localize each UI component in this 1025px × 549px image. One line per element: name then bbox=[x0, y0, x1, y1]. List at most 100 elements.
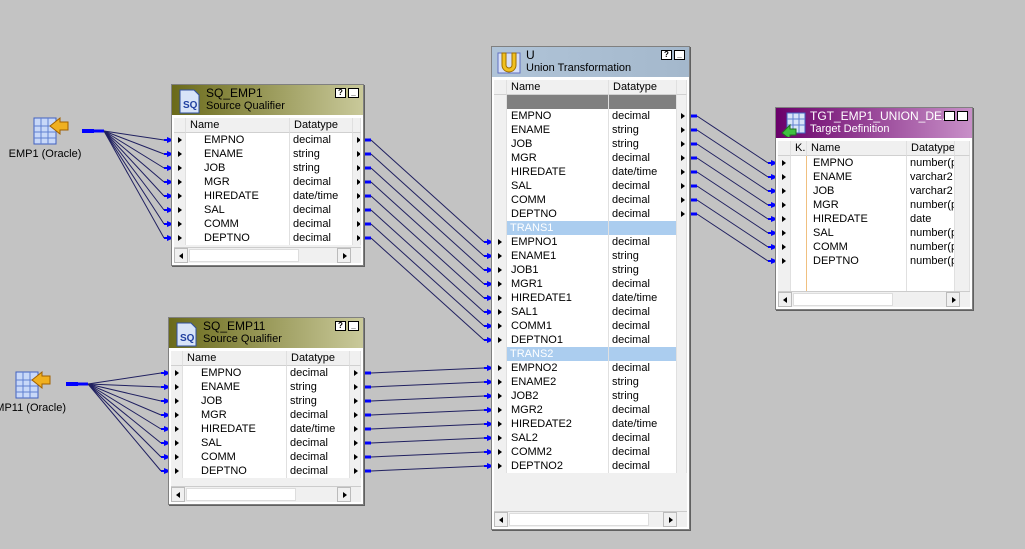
port-link[interactable] bbox=[78, 382, 171, 446]
input-port-arrow[interactable] bbox=[494, 319, 507, 333]
input-port-arrow[interactable] bbox=[174, 189, 186, 203]
port-link[interactable] bbox=[361, 208, 494, 315]
input-port-arrow[interactable] bbox=[174, 147, 186, 161]
port-link[interactable] bbox=[94, 129, 174, 157]
minimize-button[interactable]: _ bbox=[348, 88, 359, 98]
input-port-arrow[interactable] bbox=[171, 366, 183, 380]
port-row[interactable]: COMM1 decimal bbox=[494, 319, 687, 333]
output-port-arrow[interactable] bbox=[677, 109, 687, 123]
scroll-thumb[interactable] bbox=[509, 513, 649, 526]
input-port-arrow[interactable] bbox=[171, 422, 183, 436]
target-transformation[interactable]: TGT_EMP1_UNION_DE... Target Definition? _ K… bbox=[775, 107, 973, 310]
port-row[interactable]: COMM2 decimal bbox=[494, 445, 687, 459]
source-emp11[interactable]: EMP11 (Oracle) bbox=[0, 366, 72, 414]
output-port-arrow[interactable] bbox=[353, 161, 361, 175]
horizontal-scrollbar[interactable] bbox=[494, 511, 687, 527]
port-row[interactable]: SAL number(p bbox=[778, 226, 970, 240]
output-port-arrow[interactable] bbox=[350, 422, 361, 436]
input-port-arrow[interactable] bbox=[171, 380, 183, 394]
scroll-left-button[interactable] bbox=[778, 292, 792, 307]
sq2-transformation[interactable]: SQ SQ_EMP11 Source Qualifier? _ Name Datatype… bbox=[168, 317, 364, 505]
port-link[interactable] bbox=[361, 365, 494, 375]
port-row[interactable]: EMPNO decimal bbox=[171, 366, 361, 380]
port-row[interactable]: MGR1 decimal bbox=[494, 277, 687, 291]
port-link[interactable] bbox=[687, 198, 778, 250]
output-port-arrow[interactable] bbox=[353, 133, 361, 147]
output-port-arrow[interactable] bbox=[350, 450, 361, 464]
port-row[interactable]: DEPTNO decimal bbox=[171, 464, 361, 478]
port-row[interactable]: EMPNO1 decimal bbox=[494, 235, 687, 249]
port-row[interactable]: ENAME2 string bbox=[494, 375, 687, 389]
port-link[interactable] bbox=[78, 382, 171, 432]
help-button[interactable]: ? bbox=[944, 111, 955, 121]
port-link[interactable] bbox=[687, 170, 778, 222]
input-port-arrow[interactable] bbox=[174, 175, 186, 189]
input-port-arrow[interactable] bbox=[778, 156, 791, 170]
port-row[interactable]: SAL decimal bbox=[494, 179, 687, 193]
port-row[interactable]: DEPTNO number(p bbox=[778, 254, 970, 268]
column-header-datatype[interactable]: Datatype bbox=[290, 118, 353, 133]
port-row[interactable]: EMPNO number(p bbox=[778, 156, 970, 170]
horizontal-scrollbar[interactable] bbox=[174, 247, 361, 263]
input-port-arrow[interactable] bbox=[494, 375, 507, 389]
port-row[interactable]: MGR decimal bbox=[494, 151, 687, 165]
input-port-arrow[interactable] bbox=[494, 389, 507, 403]
port-row[interactable]: MGR2 decimal bbox=[494, 403, 687, 417]
port-row[interactable]: HIREDATE1 date/time bbox=[494, 291, 687, 305]
port-link[interactable] bbox=[687, 114, 778, 166]
scroll-right-button[interactable] bbox=[663, 512, 677, 527]
column-header-datatype[interactable]: Datatype bbox=[287, 351, 350, 366]
help-button[interactable]: ? bbox=[335, 88, 346, 98]
port-link[interactable] bbox=[78, 382, 171, 474]
input-port-arrow[interactable] bbox=[494, 277, 507, 291]
input-port-arrow[interactable] bbox=[778, 240, 791, 254]
help-button[interactable]: ? bbox=[661, 50, 672, 60]
port-row[interactable]: MGR decimal bbox=[174, 175, 361, 189]
port-row[interactable]: HIREDATE date/time bbox=[171, 422, 361, 436]
port-link[interactable] bbox=[94, 129, 174, 199]
input-port-arrow[interactable] bbox=[171, 450, 183, 464]
port-link[interactable] bbox=[94, 129, 174, 171]
output-port-arrow[interactable] bbox=[677, 151, 687, 165]
input-port-arrow[interactable] bbox=[778, 184, 791, 198]
port-link[interactable] bbox=[361, 222, 494, 329]
port-link[interactable] bbox=[78, 382, 171, 460]
port-row[interactable]: JOB string bbox=[171, 394, 361, 408]
port-link[interactable] bbox=[361, 166, 494, 273]
source-output-port[interactable] bbox=[82, 129, 94, 133]
input-port-arrow[interactable] bbox=[494, 333, 507, 347]
port-row[interactable]: HIREDATE date/time bbox=[174, 189, 361, 203]
sq1-transformation[interactable]: SQ SQ_EMP1 Source Qualifier? _ Name Datatype E… bbox=[171, 84, 364, 266]
input-port-arrow[interactable] bbox=[494, 459, 507, 473]
column-header-name[interactable]: Name bbox=[507, 80, 609, 95]
port-row[interactable]: ENAME string bbox=[174, 147, 361, 161]
scroll-left-button[interactable] bbox=[174, 248, 188, 263]
input-port-arrow[interactable] bbox=[778, 254, 791, 268]
input-port-arrow[interactable] bbox=[174, 161, 186, 175]
input-port-arrow[interactable] bbox=[171, 394, 183, 408]
port-row[interactable]: JOB2 string bbox=[494, 389, 687, 403]
output-port-arrow[interactable] bbox=[677, 165, 687, 179]
port-link[interactable] bbox=[94, 129, 174, 143]
output-port-arrow[interactable] bbox=[677, 123, 687, 137]
help-button[interactable]: ? bbox=[335, 321, 346, 331]
port-row[interactable]: DEPTNO decimal bbox=[494, 207, 687, 221]
port-row[interactable]: JOB1 string bbox=[494, 263, 687, 277]
column-header-name[interactable]: Name bbox=[186, 118, 290, 133]
port-link[interactable] bbox=[361, 236, 494, 343]
output-port-arrow[interactable] bbox=[350, 394, 361, 408]
scroll-left-button[interactable] bbox=[494, 512, 508, 527]
port-row[interactable]: COMM number(p bbox=[778, 240, 970, 254]
output-port-arrow[interactable] bbox=[353, 147, 361, 161]
port-link[interactable] bbox=[78, 382, 171, 404]
source-output-port[interactable] bbox=[66, 382, 78, 386]
port-row[interactable]: SAL decimal bbox=[171, 436, 361, 450]
scroll-thumb[interactable] bbox=[793, 293, 893, 306]
output-port-arrow[interactable] bbox=[677, 179, 687, 193]
port-link[interactable] bbox=[687, 156, 778, 208]
port-row[interactable]: JOB string bbox=[174, 161, 361, 175]
sq2-title-bar[interactable]: SQ SQ_EMP11 Source Qualifier? _ bbox=[169, 318, 363, 348]
port-row[interactable]: ENAME string bbox=[494, 123, 687, 137]
port-row[interactable]: COMM decimal bbox=[171, 450, 361, 464]
port-row[interactable]: COMM decimal bbox=[494, 193, 687, 207]
